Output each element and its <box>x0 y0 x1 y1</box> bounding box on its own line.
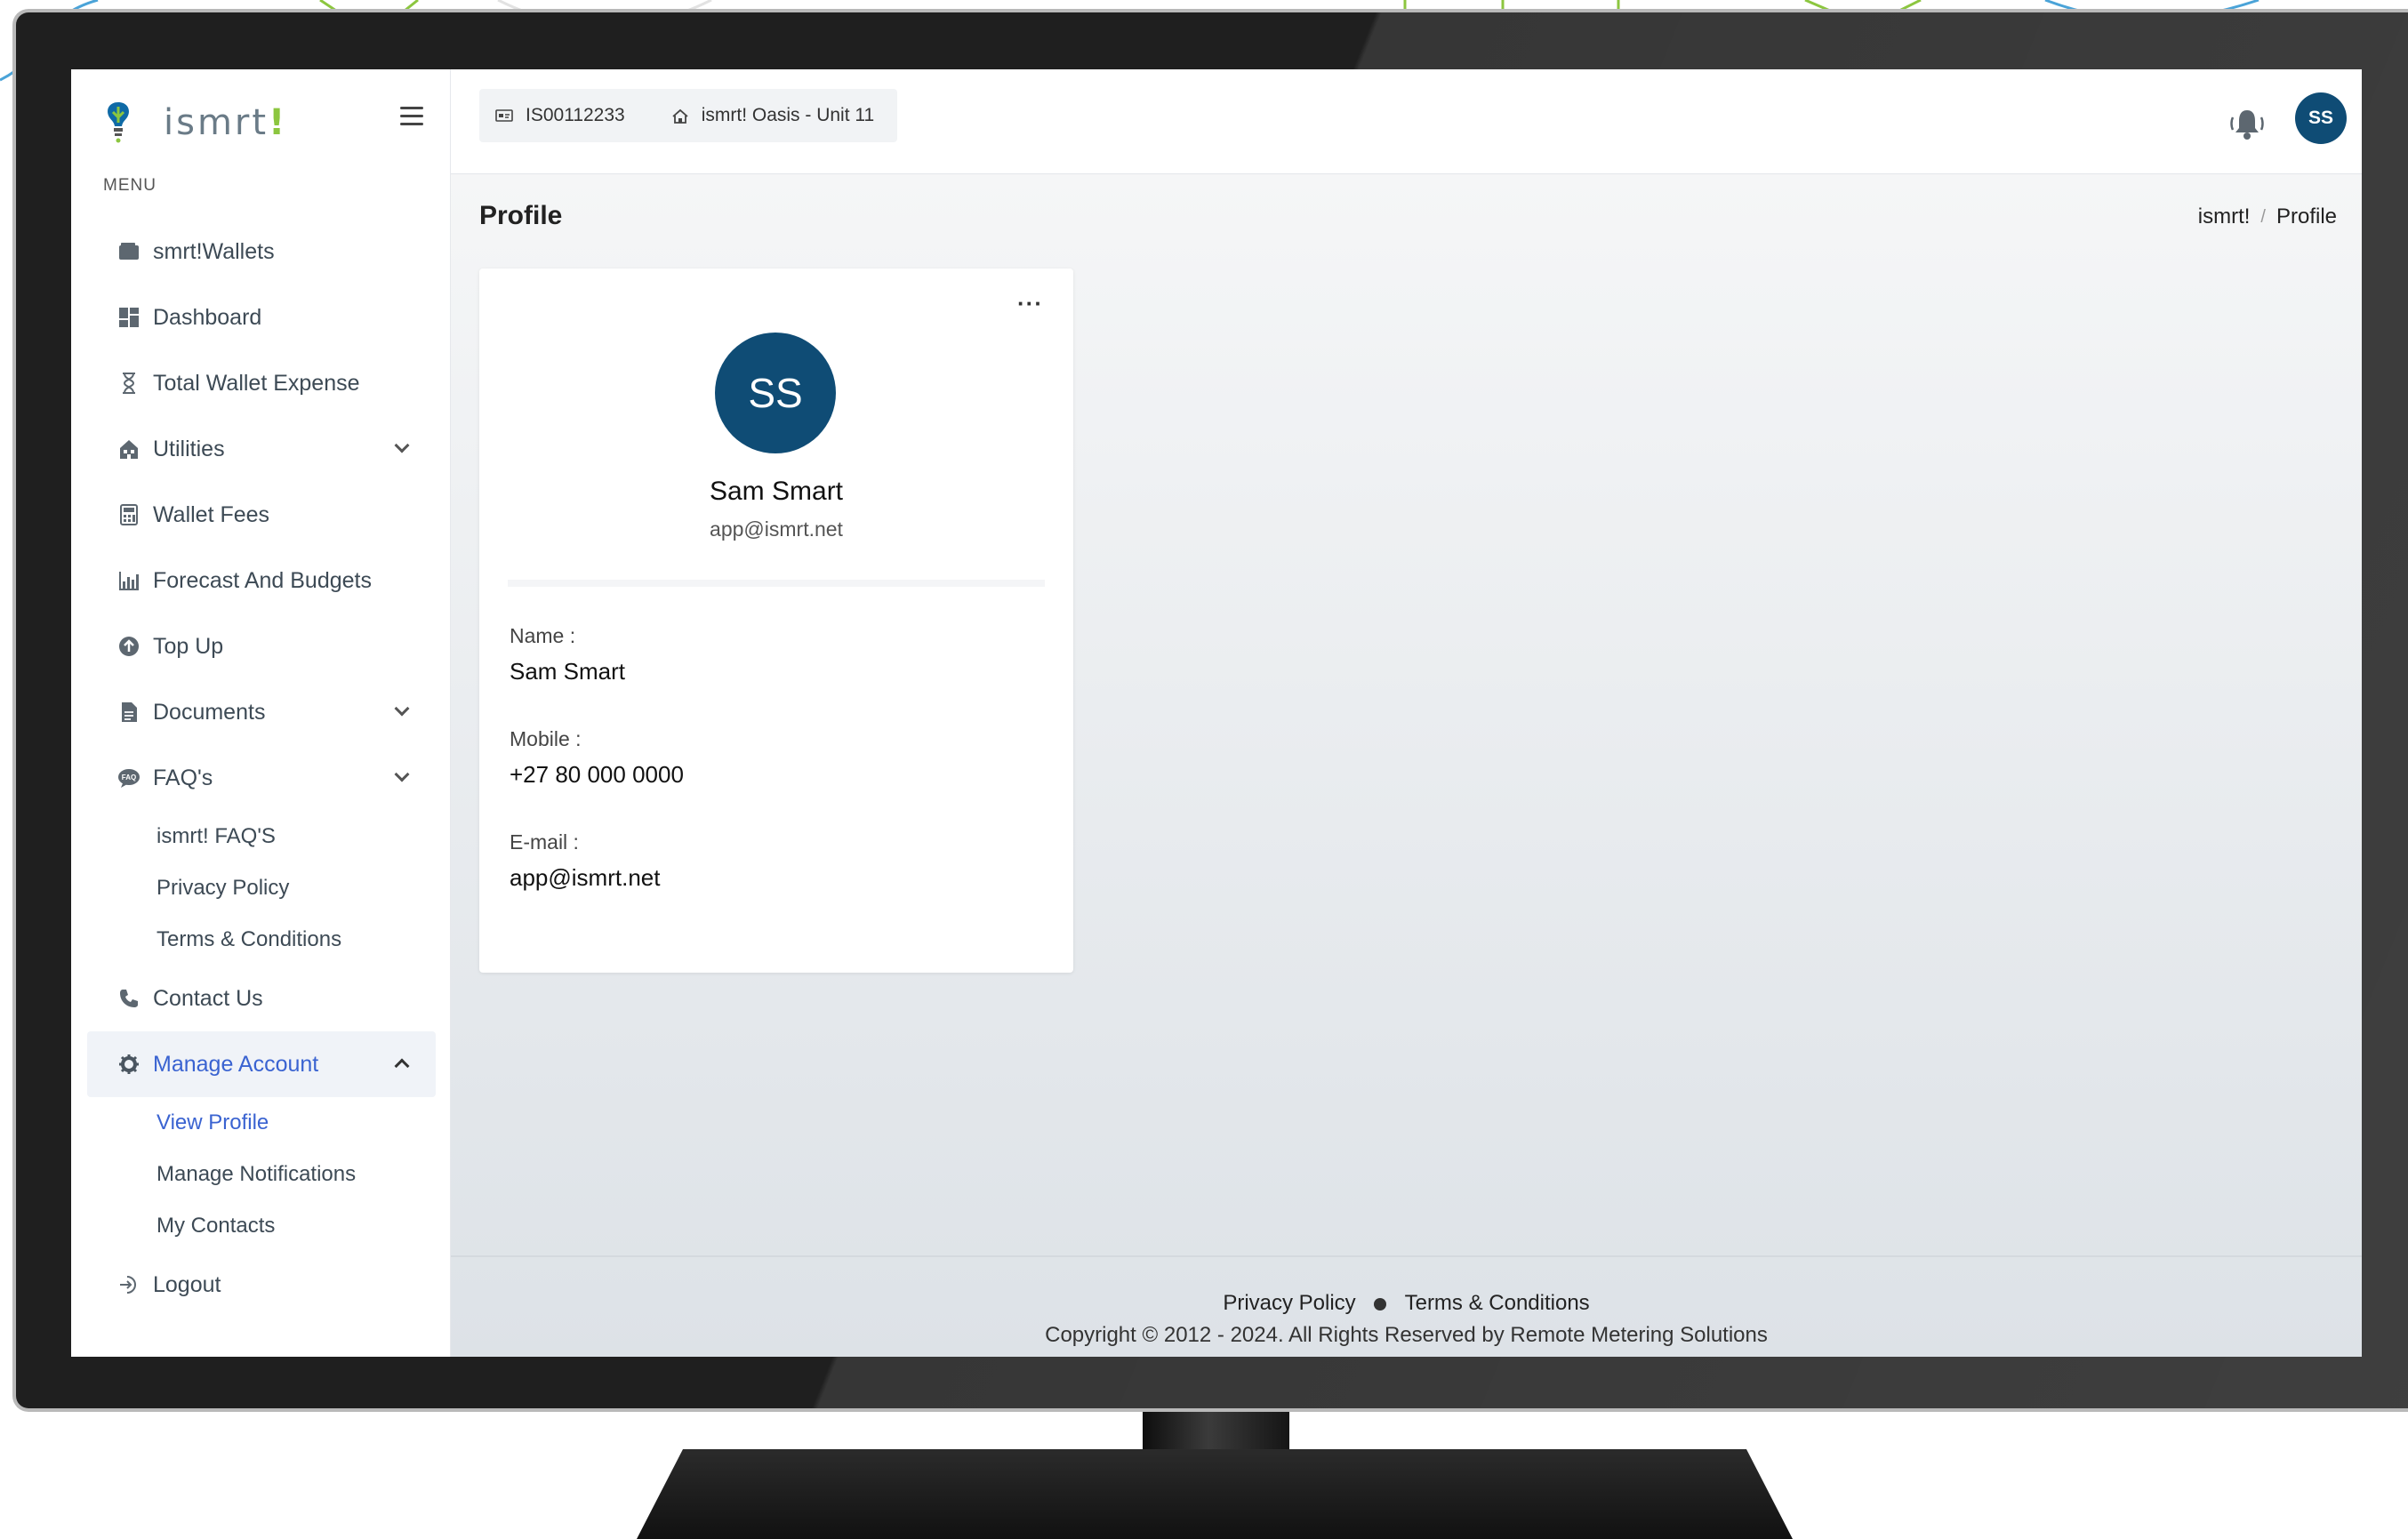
footer-privacy-link[interactable]: Privacy Policy <box>1223 1291 1355 1315</box>
property-name: ismrt! Oasis - Unit 11 <box>701 105 875 125</box>
svg-text:FAQ: FAQ <box>122 774 136 782</box>
sidebar-item-wallets[interactable]: smrt!Wallets <box>87 219 436 285</box>
footer-copyright: Copyright © 2012 - 2024. All Rights Rese… <box>1045 1323 1768 1347</box>
sidebar-item-label: Dashboard <box>153 304 262 330</box>
brand-name: ismrt! <box>164 102 288 143</box>
footer-dot <box>1374 1297 1387 1311</box>
sidebar-item-label: Top Up <box>153 633 224 659</box>
mobile-value: +27 80 000 0000 <box>510 761 684 788</box>
sidebar-item-label: Documents <box>153 699 266 725</box>
sidebar-item-wallet-fees[interactable]: Wallet Fees <box>87 482 436 548</box>
app-stage: ismrt! MENU smrt!Wallets Dashboard Total… <box>0 0 2408 1539</box>
sidebar-subitem-manage-notifications[interactable]: Manage Notifications <box>87 1149 436 1200</box>
calculator-icon <box>117 503 140 526</box>
document-icon <box>117 701 140 724</box>
footer-links: Privacy Policy Terms & Conditions <box>451 1291 2362 1316</box>
sidebar-item-manage-account[interactable]: Manage Account <box>87 1031 436 1097</box>
card-divider <box>508 580 1045 587</box>
breadcrumb: ismrt! / Profile <box>2198 204 2337 229</box>
chevron-down-icon[interactable] <box>394 766 410 782</box>
sidebar-subitem-privacy-policy[interactable]: Privacy Policy <box>87 862 436 914</box>
sidebar-item-label: Wallet Fees <box>153 501 270 527</box>
sidebar-item-label: Manage Account <box>153 1051 319 1077</box>
sidebar-item-total-wallet-expense[interactable]: Total Wallet Expense <box>87 350 436 416</box>
topbar: IS00112233 ismrt! Oasis - Unit 11 SS <box>451 69 2362 174</box>
account-id: IS00112233 <box>526 105 625 125</box>
chevron-down-icon[interactable] <box>394 437 410 453</box>
dashboard-icon <box>117 306 140 329</box>
user-avatar[interactable]: SS <box>2295 92 2347 144</box>
sidebar-subitem-view-profile[interactable]: View Profile <box>87 1097 436 1149</box>
gear-icon <box>117 1053 140 1076</box>
brand-logo[interactable]: ismrt! <box>103 96 287 149</box>
sidebar-subitem-my-contacts[interactable]: My Contacts <box>87 1200 436 1252</box>
wallet-icon <box>117 240 140 263</box>
menu-toggle-icon[interactable] <box>400 107 423 128</box>
name-label: Name : <box>510 624 576 647</box>
footer-terms-link[interactable]: Terms & Conditions <box>1405 1291 1590 1315</box>
phone-icon <box>117 987 140 1010</box>
id-card-icon <box>495 108 513 123</box>
building-icon <box>117 437 140 461</box>
sidebar-item-dashboard[interactable]: Dashboard <box>87 285 436 350</box>
monitor-stand <box>637 1449 1793 1539</box>
sidebar-item-contact-us[interactable]: Contact Us <box>87 966 436 1031</box>
sidebar-item-label: Contact Us <box>153 985 263 1011</box>
email-label: E-mail : <box>510 830 579 854</box>
arrow-up-circle-icon <box>117 635 140 658</box>
name-value: Sam Smart <box>510 658 626 685</box>
brand-bang: ! <box>269 102 288 143</box>
profile-email: app@ismrt.net <box>710 517 843 541</box>
breadcrumb-current: Profile <box>2276 204 2337 228</box>
lightbulb-icon <box>108 102 129 143</box>
screen: ismrt! MENU smrt!Wallets Dashboard Total… <box>71 69 2362 1357</box>
profile-card: ··· SS Sam Smart app@ismrt.net Name : Sa… <box>479 269 1073 973</box>
chevron-up-icon[interactable] <box>394 1058 410 1074</box>
sidebar-item-label: FAQ's <box>153 765 213 790</box>
faq-chat-icon: FAQ <box>117 766 140 790</box>
sidebar-item-label: Logout <box>153 1271 221 1297</box>
mobile-label: Mobile : <box>510 727 582 750</box>
sidebar: ismrt! MENU smrt!Wallets Dashboard Total… <box>71 69 451 1357</box>
menu-heading: MENU <box>103 176 157 195</box>
main-content: Profile ismrt! / Profile ··· SS Sam Smar… <box>451 174 2362 1357</box>
sidebar-item-faqs[interactable]: FAQ FAQ's <box>87 745 436 811</box>
chart-icon <box>117 569 140 592</box>
sidebar-item-label: Forecast And Budgets <box>153 567 372 593</box>
email-value: app@ismrt.net <box>510 864 661 891</box>
home-icon <box>671 108 689 124</box>
profile-avatar: SS <box>715 333 836 453</box>
sidebar-item-documents[interactable]: Documents <box>87 679 436 745</box>
chevron-down-icon[interactable] <box>394 701 410 717</box>
hourglass-icon <box>117 372 140 395</box>
sidebar-item-label: smrt!Wallets <box>153 238 275 264</box>
sidebar-subitem-terms-conditions[interactable]: Terms & Conditions <box>87 914 436 966</box>
sidebar-item-forecast-budgets[interactable]: Forecast And Budgets <box>87 548 436 613</box>
footer-divider <box>451 1255 2362 1257</box>
sidebar-subitem-ismrt-faqs[interactable]: ismrt! FAQ'S <box>87 811 436 862</box>
sidebar-item-label: Utilities <box>153 436 225 461</box>
more-options-icon[interactable]: ··· <box>1017 292 1043 315</box>
sidebar-item-utilities[interactable]: Utilities <box>87 416 436 482</box>
breadcrumb-separator: / <box>2260 206 2266 227</box>
notification-bell-icon[interactable] <box>2228 105 2266 142</box>
sidebar-item-top-up[interactable]: Top Up <box>87 613 436 679</box>
page-title: Profile <box>479 201 563 230</box>
sidebar-nav: smrt!Wallets Dashboard Total Wallet Expe… <box>87 219 436 1318</box>
logout-icon <box>117 1273 140 1296</box>
account-chip[interactable]: IS00112233 ismrt! Oasis - Unit 11 <box>479 89 897 142</box>
breadcrumb-home[interactable]: ismrt! <box>2198 204 2251 229</box>
sidebar-item-logout[interactable]: Logout <box>87 1252 436 1318</box>
sidebar-item-label: Total Wallet Expense <box>153 370 360 396</box>
profile-name: Sam Smart <box>709 477 844 506</box>
